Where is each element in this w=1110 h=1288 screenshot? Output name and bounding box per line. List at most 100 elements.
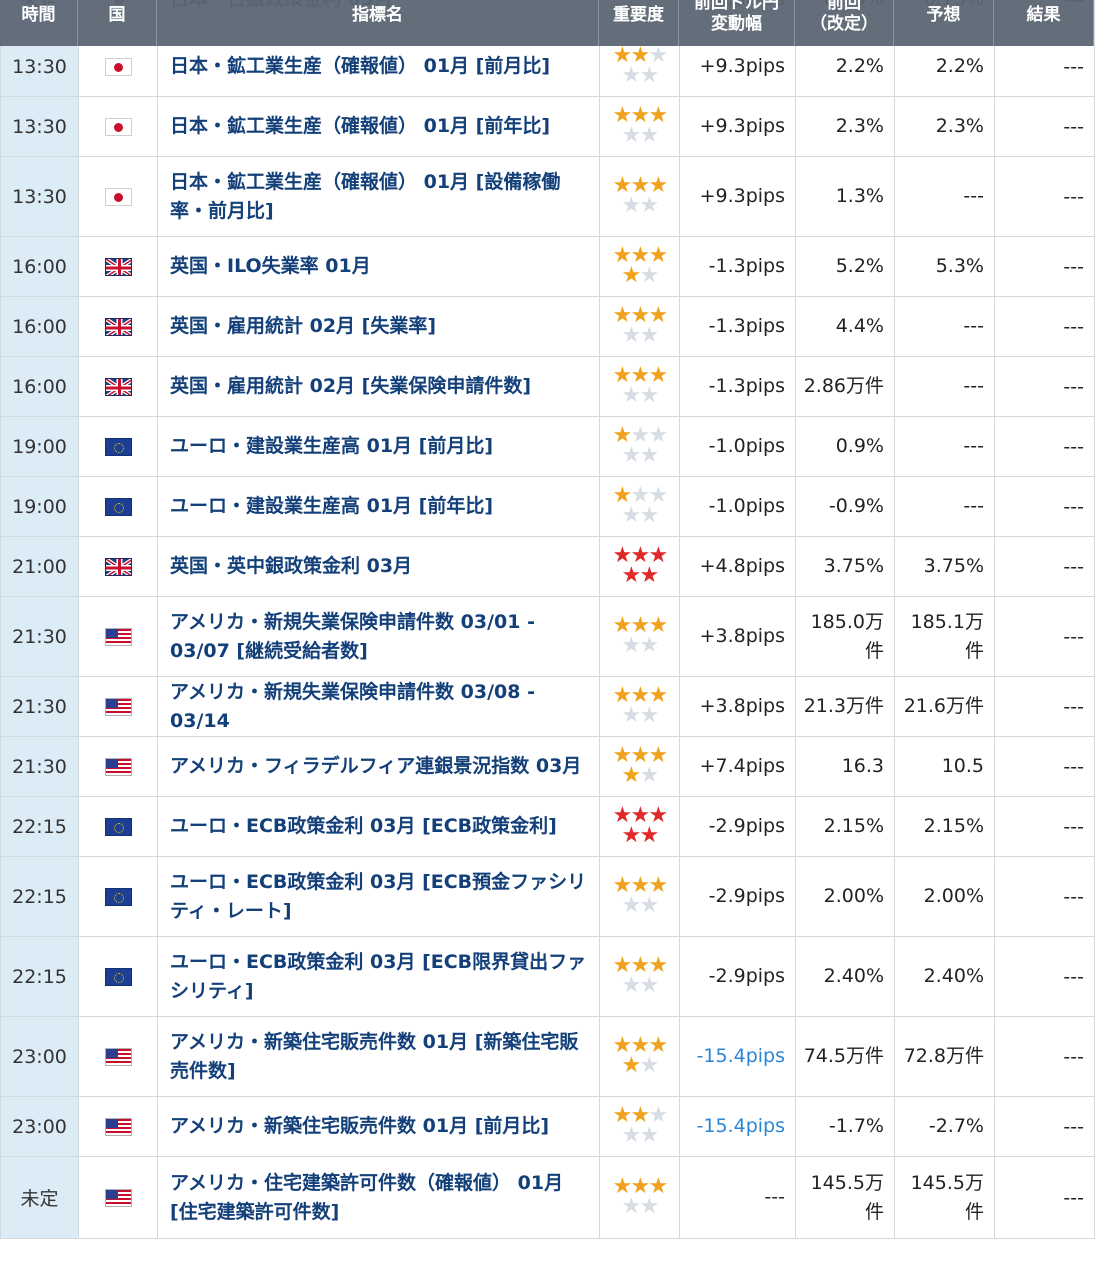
change-cell: -15.4pips <box>679 1096 796 1157</box>
table-row: 13:30 日本・鉱工業生産（確報値） 01月 [設備稼働率・前月比] ★★★ ★★ +… <box>0 156 1095 237</box>
time-cell: 22:15 <box>0 936 79 1017</box>
header-country[interactable]: 国 <box>78 0 157 46</box>
importance-cell: ★★★★★ <box>599 476 680 537</box>
economic-calendar-table: 未定日本・日銀政策金利 03月★★★★★+4.8pips0.75%0.75%--… <box>0 0 1095 1239</box>
table-row: 16:00 英国・雇用統計 02月 [失業率] ★★★ ★★ -1.3pips 4.4% -… <box>0 296 1095 357</box>
change-cell: -15.4pips <box>679 1016 796 1097</box>
result-cell: --- <box>994 736 1095 797</box>
importance-cell: ★★★★★ <box>599 536 680 597</box>
country-cell <box>78 1156 158 1239</box>
change-cell: +3.8pips <box>679 676 796 737</box>
country-cell <box>78 536 158 597</box>
time-cell: 13:30 <box>0 156 79 237</box>
change-cell: -2.9pips <box>679 796 796 857</box>
previous-cell: 1.3% <box>795 156 895 237</box>
indicator-link[interactable]: ユーロ・ECB政策金利 03月 [ECB限界貸出ファシリティ] <box>170 951 586 1002</box>
indicator-cell: アメリカ・住宅建築許可件数（確報値） 01月 [住宅建築許可件数] <box>157 1156 600 1239</box>
indicator-link[interactable]: アメリカ・新築住宅販売件数 01月 [前月比] <box>170 1115 549 1137</box>
header-time[interactable]: 時間 <box>0 0 78 46</box>
eu-flag-icon <box>104 818 132 836</box>
change-cell: +4.8pips <box>679 536 796 597</box>
header-change[interactable]: 前回ドル円 変動幅 <box>679 0 795 46</box>
star-empty-icon: ★ <box>639 763 660 788</box>
header-result-label: 結果 <box>1026 5 1061 25</box>
forecast-cell: --- <box>894 476 995 537</box>
gb-flag-icon <box>104 258 132 276</box>
star-empty-icon: ★ <box>639 1194 660 1219</box>
time-cell: 21:30 <box>0 676 79 737</box>
forecast-cell: --- <box>894 356 995 417</box>
star-empty-icon: ★ <box>639 503 660 528</box>
star-empty-icon: ★ <box>621 633 642 658</box>
previous-cell: 0.9% <box>795 416 895 477</box>
header-result[interactable]: 結果 <box>994 0 1094 46</box>
jp-flag-icon <box>104 188 132 206</box>
forecast-cell: 5.3% <box>894 236 995 297</box>
indicator-link[interactable]: 日本・鉱工業生産（確報値） 01月 [前年比] <box>170 115 550 137</box>
indicator-cell: 日本・鉱工業生産（確報値） 01月 [設備稼働率・前月比] <box>157 156 600 237</box>
indicator-cell: 英国・雇用統計 02月 [失業率] <box>157 296 600 357</box>
table-row: 16:00 英国・雇用統計 02月 [失業保険申請件数] ★★★ ★★ -1.3pips… <box>0 356 1095 417</box>
star-empty-icon: ★ <box>639 1053 660 1078</box>
country-cell <box>78 736 158 797</box>
time-cell: 22:15 <box>0 856 79 937</box>
country-cell <box>78 796 158 857</box>
result-cell: --- <box>994 236 1095 297</box>
importance-stars: ★★★★★ <box>610 545 670 587</box>
indicator-cell: 英国・雇用統計 02月 [失業保険申請件数] <box>157 356 600 417</box>
forecast-cell: 185.1万件 <box>894 596 995 677</box>
indicator-link[interactable]: 英国・雇用統計 02月 [失業保険申請件数] <box>170 375 531 397</box>
eu-flag-icon <box>104 438 132 456</box>
forecast-cell: 3.75% <box>894 536 995 597</box>
indicator-link[interactable]: ユーロ・建設業生産高 01月 [前月比] <box>170 435 493 457</box>
table-row: 23:00 アメリカ・新築住宅販売件数 01月 [前月比] ★★★ ★★ -15.4pi… <box>0 1096 1095 1157</box>
change-cell: +9.3pips <box>679 96 796 157</box>
indicator-link[interactable]: 英国・ILO失業率 01月 <box>170 255 371 277</box>
header-indicator[interactable]: 指標名 <box>157 0 599 46</box>
indicator-link[interactable]: 日本・鉱工業生産（確報値） 01月 [前月比] <box>170 55 550 77</box>
table-row: 19:00 ユーロ・建設業生産高 01月 [前年比] ★★★ ★★ -1.0pips -0… <box>0 476 1095 537</box>
time-cell: 16:00 <box>0 236 79 297</box>
header-importance[interactable]: 重要度 <box>599 0 679 46</box>
indicator-link[interactable]: 英国・雇用統計 02月 [失業率] <box>170 315 436 337</box>
table-row: 16:00 英国・ILO失業率 01月 ★★★ ★★ -1.3pips 5.2% 5.3% -… <box>0 236 1095 297</box>
indicator-cell: ユーロ・建設業生産高 01月 [前月比] <box>157 416 600 477</box>
indicator-link[interactable]: アメリカ・新規失業保険申請件数 03/08 - 03/14 <box>170 681 535 732</box>
forecast-cell: --- <box>894 156 995 237</box>
star-filled-icon: ★ <box>621 823 642 848</box>
indicator-link[interactable]: ユーロ・ECB政策金利 03月 [ECB政策金利] <box>170 815 557 837</box>
indicator-link[interactable]: ユーロ・ECB政策金利 03月 [ECB預金ファシリティ・レート] <box>170 871 586 922</box>
table-row: 21:30 アメリカ・フィラデルフィア連銀景況指数 03月 ★★★ ★★ +7.4pip… <box>0 736 1095 797</box>
importance-stars: ★★★★★ <box>610 245 670 287</box>
header-country-label: 国 <box>108 5 126 25</box>
indicator-link[interactable]: アメリカ・住宅建築許可件数（確報値） 01月 [住宅建築許可件数] <box>170 1172 563 1223</box>
eu-flag-icon <box>104 888 132 906</box>
indicator-link[interactable]: ユーロ・建設業生産高 01月 [前年比] <box>170 495 493 517</box>
previous-cell: 185.0万件 <box>795 596 895 677</box>
country-cell <box>78 96 158 157</box>
calendar-viewport: { "header": { "time": "時間", "country": "… <box>0 0 1110 1288</box>
indicator-link[interactable]: アメリカ・新築住宅販売件数 01月 [新築住宅販売件数] <box>170 1031 578 1082</box>
indicator-link[interactable]: アメリカ・フィラデルフィア連銀景況指数 03月 <box>170 755 581 777</box>
time-cell: 21:30 <box>0 596 79 677</box>
star-empty-icon: ★ <box>621 63 642 88</box>
previous-cell: 4.4% <box>795 296 895 357</box>
star-empty-icon: ★ <box>621 323 642 348</box>
result-cell: --- <box>994 356 1095 417</box>
previous-cell: -0.9% <box>795 476 895 537</box>
previous-cell: 21.3万件 <box>795 676 895 737</box>
time-cell: 23:00 <box>0 1096 79 1157</box>
header-previous[interactable]: 前回 （改定） <box>795 0 894 46</box>
importance-stars: ★★★★★ <box>610 175 670 217</box>
header-forecast[interactable]: 予想 <box>894 0 994 46</box>
result-cell: --- <box>994 676 1095 737</box>
importance-cell: ★★★★★ <box>599 856 680 937</box>
forecast-cell: 21.6万件 <box>894 676 995 737</box>
previous-cell: 5.2% <box>795 236 895 297</box>
indicator-link[interactable]: 英国・英中銀政策金利 03月 <box>170 555 412 577</box>
time-cell: 19:00 <box>0 416 79 477</box>
importance-cell: ★★★★★ <box>599 736 680 797</box>
indicator-link[interactable]: アメリカ・新規失業保険申請件数 03/01 - 03/07 [継続受給者数] <box>170 611 535 662</box>
jp-flag-icon <box>104 118 132 136</box>
indicator-link[interactable]: 日本・鉱工業生産（確報値） 01月 [設備稼働率・前月比] <box>170 171 560 222</box>
